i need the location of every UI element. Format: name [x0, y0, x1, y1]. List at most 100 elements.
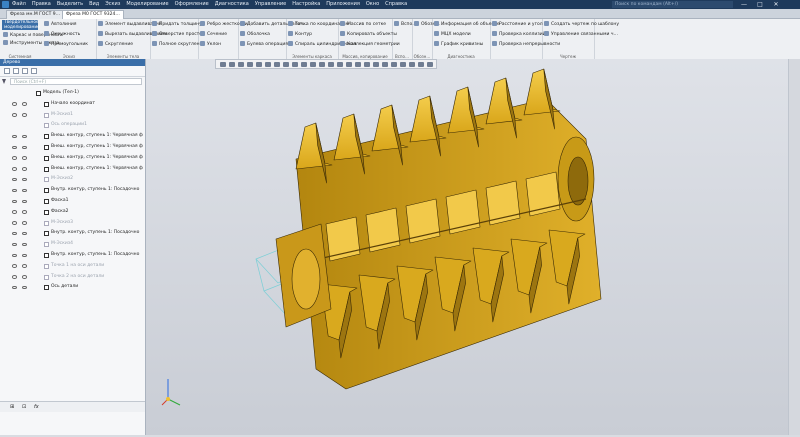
tree-item[interactable]: Точка 2 на оси детали: [0, 272, 145, 283]
tree-search-input[interactable]: Поиск (Ctrl+F): [10, 78, 142, 85]
tree-item[interactable]: Внеш. контур, ступень 1: Червячная ф: [0, 131, 145, 142]
ribbon-button-0-1[interactable]: Окружность: [44, 31, 80, 37]
ribbon-button-3-2[interactable]: Уклон: [200, 41, 221, 47]
menu-item-management[interactable]: Управление: [255, 0, 286, 9]
visibility-eye-icon[interactable]: [22, 264, 27, 268]
filter-icon[interactable]: [2, 79, 6, 84]
tree-item[interactable]: М-Эскиз2: [0, 174, 145, 185]
tree-item[interactable]: М-Эскиз3: [0, 218, 145, 229]
ribbon-button-5-1[interactable]: Контур: [288, 31, 312, 37]
view-tool-icon[interactable]: [346, 62, 352, 67]
tree-item[interactable]: М-Эскиз1: [0, 110, 145, 121]
menu-item-sketch[interactable]: Эскиз: [105, 0, 120, 9]
structure-icon[interactable]: [13, 68, 19, 74]
menu-item-settings[interactable]: Настройка: [292, 0, 320, 9]
settings-icon[interactable]: [31, 68, 37, 74]
view-tool-icon[interactable]: [238, 62, 244, 67]
view-tool-icon[interactable]: [400, 62, 406, 67]
tree-item[interactable]: Фаска1: [0, 196, 145, 207]
view-tool-icon[interactable]: [409, 62, 415, 67]
view-tool-icon[interactable]: [310, 62, 316, 67]
visibility-eye-icon[interactable]: [12, 145, 17, 149]
view-tool-icon[interactable]: [292, 62, 298, 67]
maximize-button[interactable]: □: [752, 0, 768, 9]
visibility-eye-icon[interactable]: [22, 113, 27, 117]
view-tool-icon[interactable]: [220, 62, 226, 67]
ribbon-button-0-2[interactable]: Прямоугольник: [44, 41, 88, 47]
solid-modeling-tab[interactable]: Твердотельное моделирование: [2, 20, 40, 30]
ribbon-button-2-0[interactable]: Придать толщину: [152, 21, 202, 27]
tab-tree[interactable]: ⊞: [10, 404, 14, 410]
ribbon-button-3-1[interactable]: Сечение: [200, 31, 227, 37]
menu-item-select[interactable]: Выделить: [57, 0, 83, 9]
visibility-eye-icon[interactable]: [12, 242, 17, 247]
ribbon-button-11-0[interactable]: Создать чертеж по шаблону: [544, 21, 619, 27]
view-tool-icon[interactable]: [382, 62, 388, 67]
visibility-eye-icon[interactable]: [22, 253, 27, 257]
view-tool-icon[interactable]: [301, 62, 307, 67]
tab-document-1[interactable]: Фреза мн.М ГОСТ 9…: [6, 10, 65, 19]
view-tool-icon[interactable]: [247, 62, 253, 67]
visibility-eye-icon[interactable]: [12, 231, 17, 236]
ribbon-button-9-2[interactable]: График кривизны: [434, 41, 483, 47]
tree-item[interactable]: М-Эскиз4: [0, 239, 145, 250]
minimize-button[interactable]: —: [736, 0, 752, 9]
menu-item-modeling[interactable]: Моделирование: [126, 0, 168, 9]
visibility-eye-icon[interactable]: [12, 188, 17, 193]
visibility-eye-icon[interactable]: [22, 221, 27, 225]
visibility-eye-icon[interactable]: [22, 210, 27, 214]
tab-properties[interactable]: ⊡: [22, 404, 26, 410]
view-tool-icon[interactable]: [229, 62, 235, 67]
tree-item[interactable]: Фаска2: [0, 207, 145, 218]
visibility-eye-icon[interactable]: [12, 210, 17, 214]
ribbon-button-0-0[interactable]: Автолиния: [44, 21, 76, 27]
view-tool-icon[interactable]: [283, 62, 289, 67]
view-tool-icon[interactable]: [256, 62, 262, 67]
visibility-eye-icon[interactable]: [22, 231, 27, 236]
visibility-eye-icon[interactable]: [22, 285, 27, 290]
visibility-eye-icon[interactable]: [12, 102, 17, 106]
tree-view-icon[interactable]: [4, 68, 10, 74]
visibility-eye-icon[interactable]: [12, 156, 17, 160]
view-tool-icon[interactable]: [319, 62, 325, 67]
visibility-eye-icon[interactable]: [12, 113, 17, 117]
visibility-eye-icon[interactable]: [22, 134, 27, 139]
menu-item-apps[interactable]: Приложения: [326, 0, 360, 9]
menu-item-diagnostics[interactable]: Диагностика: [215, 0, 249, 9]
visibility-eye-icon[interactable]: [22, 275, 27, 279]
tree-item[interactable]: Точка 1 на оси детали: [0, 261, 145, 272]
visibility-eye-icon[interactable]: [12, 264, 17, 268]
visibility-eye-icon[interactable]: [22, 102, 27, 106]
ribbon-button-6-0[interactable]: Массив по сетке: [340, 21, 386, 27]
tree-item[interactable]: Внеш. контур, ступень 1: Червячная ф: [0, 164, 145, 175]
visibility-eye-icon[interactable]: [12, 285, 17, 290]
visibility-eye-icon[interactable]: [22, 145, 27, 149]
view-tool-icon[interactable]: [328, 62, 334, 67]
visibility-eye-icon[interactable]: [12, 221, 17, 225]
tree-item[interactable]: Модель (Тел-1): [0, 88, 145, 99]
close-button[interactable]: ✕: [768, 0, 784, 9]
visibility-eye-icon[interactable]: [22, 156, 27, 160]
ribbon-button-10-1[interactable]: Проверка коллизий: [492, 31, 546, 37]
tree-item[interactable]: Внеш. контур, ступень 1: Червячная ф: [0, 153, 145, 164]
menu-item-edit[interactable]: Правка: [32, 0, 51, 9]
command-search-input[interactable]: Поиск по командам (Alt+/): [612, 1, 733, 8]
menu-item-file[interactable]: Файл: [12, 0, 26, 9]
ribbon-button-9-1[interactable]: МЦХ модели: [434, 31, 471, 37]
visibility-eye-icon[interactable]: [22, 188, 27, 193]
visibility-eye-icon[interactable]: [12, 134, 17, 139]
tree-item[interactable]: Внутр. контур, ступень 1: Посадочно: [0, 250, 145, 261]
hob-cutter-model[interactable]: [146, 59, 800, 435]
visibility-eye-icon[interactable]: [12, 253, 17, 257]
view-tool-icon[interactable]: [337, 62, 343, 67]
ribbon-button-11-1[interactable]: Управление связанными ч…: [544, 31, 618, 37]
menu-item-window[interactable]: Окно: [366, 0, 379, 9]
menu-item-view[interactable]: Вид: [89, 0, 99, 9]
view-tool-icon[interactable]: [265, 62, 271, 67]
view-tool-icon[interactable]: [391, 62, 397, 67]
tree-item[interactable]: Ось операции1: [0, 120, 145, 131]
filter-tree-icon[interactable]: [22, 68, 28, 74]
menu-item-formatting[interactable]: Оформление: [175, 0, 209, 9]
tab-document-2[interactable]: Фреза М0 ГОСТ 9324…: [62, 10, 124, 19]
visibility-eye-icon[interactable]: [22, 177, 27, 182]
